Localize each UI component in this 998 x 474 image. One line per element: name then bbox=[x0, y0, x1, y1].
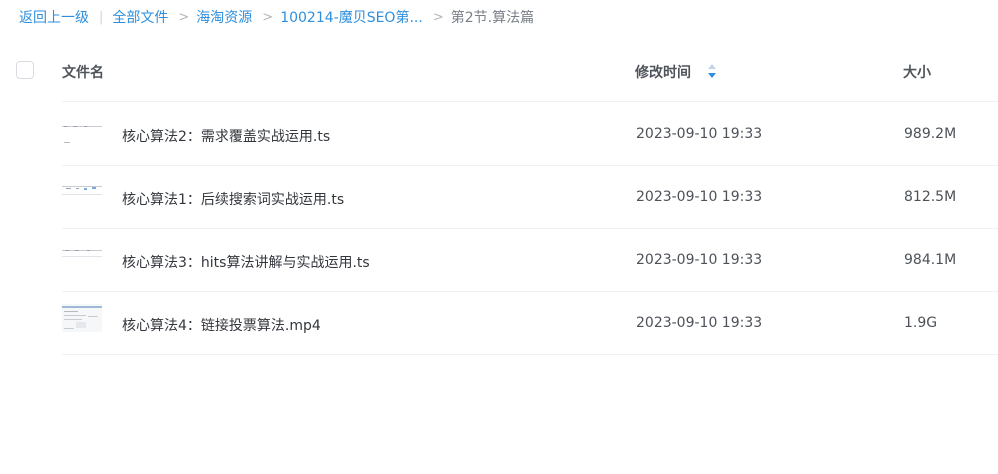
column-header-name: 文件名 bbox=[62, 65, 104, 81]
file-list-header: 文件名 修改时间 大小 bbox=[0, 40, 998, 102]
file-row[interactable]: 核心算法2：需求覆盖实战运用.ts 2023-09-10 19:33 989.2… bbox=[0, 103, 998, 166]
video-thumbnail-icon bbox=[62, 126, 102, 143]
breadcrumb: 返回上一级 | 全部文件 > 海淘资源 > 100214-魔贝SEO第... >… bbox=[19, 7, 534, 27]
file-browser: 返回上一级 | 全部文件 > 海淘资源 > 100214-魔贝SEO第... >… bbox=[0, 0, 998, 474]
header-divider bbox=[62, 101, 998, 102]
file-modified-time: 2023-09-10 19:33 bbox=[636, 315, 763, 331]
row-divider bbox=[62, 354, 998, 355]
video-thumbnail-icon bbox=[62, 250, 102, 257]
breadcrumb-current-folder: 第2节.算法篇 bbox=[450, 10, 535, 26]
file-modified-time: 2023-09-10 19:33 bbox=[636, 126, 763, 142]
file-row[interactable]: 核心算法4：链接投票算法.mp4 2023-09-10 19:33 1.9G bbox=[0, 292, 998, 355]
breadcrumb-separator: > bbox=[178, 9, 190, 25]
breadcrumb-separator: > bbox=[432, 9, 444, 25]
file-name[interactable]: 核心算法2：需求覆盖实战运用.ts bbox=[122, 126, 330, 146]
column-header-modified[interactable]: 修改时间 bbox=[635, 62, 691, 82]
breadcrumb-all-files[interactable]: 全部文件 bbox=[112, 7, 168, 27]
breadcrumb-separator: > bbox=[262, 9, 274, 25]
sort-arrows-icon[interactable] bbox=[706, 63, 718, 79]
file-modified-time: 2023-09-10 19:33 bbox=[636, 189, 763, 205]
column-header-size: 大小 bbox=[903, 65, 931, 81]
breadcrumb-divider: | bbox=[99, 9, 104, 25]
file-size: 812.5M bbox=[904, 189, 957, 205]
file-name[interactable]: 核心算法4：链接投票算法.mp4 bbox=[122, 315, 321, 335]
file-size: 984.1M bbox=[904, 252, 957, 268]
file-size: 989.2M bbox=[904, 126, 957, 142]
file-row[interactable]: 核心算法3：hits算法讲解与实战运用.ts 2023-09-10 19:33 … bbox=[0, 229, 998, 292]
select-all-checkbox[interactable] bbox=[16, 61, 34, 79]
file-name[interactable]: 核心算法3：hits算法讲解与实战运用.ts bbox=[122, 252, 370, 272]
video-thumbnail-icon bbox=[62, 186, 102, 195]
breadcrumb-folder-haitao[interactable]: 海淘资源 bbox=[196, 7, 252, 27]
back-link[interactable]: 返回上一级 bbox=[19, 7, 89, 27]
video-thumbnail-icon bbox=[62, 304, 102, 332]
file-row[interactable]: 核心算法1：后续搜索词实战运用.ts 2023-09-10 19:33 812.… bbox=[0, 166, 998, 229]
file-size: 1.9G bbox=[904, 315, 938, 331]
breadcrumb-folder-course[interactable]: 100214-魔贝SEO第... bbox=[280, 7, 423, 27]
file-name[interactable]: 核心算法1：后续搜索词实战运用.ts bbox=[122, 189, 344, 209]
file-modified-time: 2023-09-10 19:33 bbox=[636, 252, 763, 268]
